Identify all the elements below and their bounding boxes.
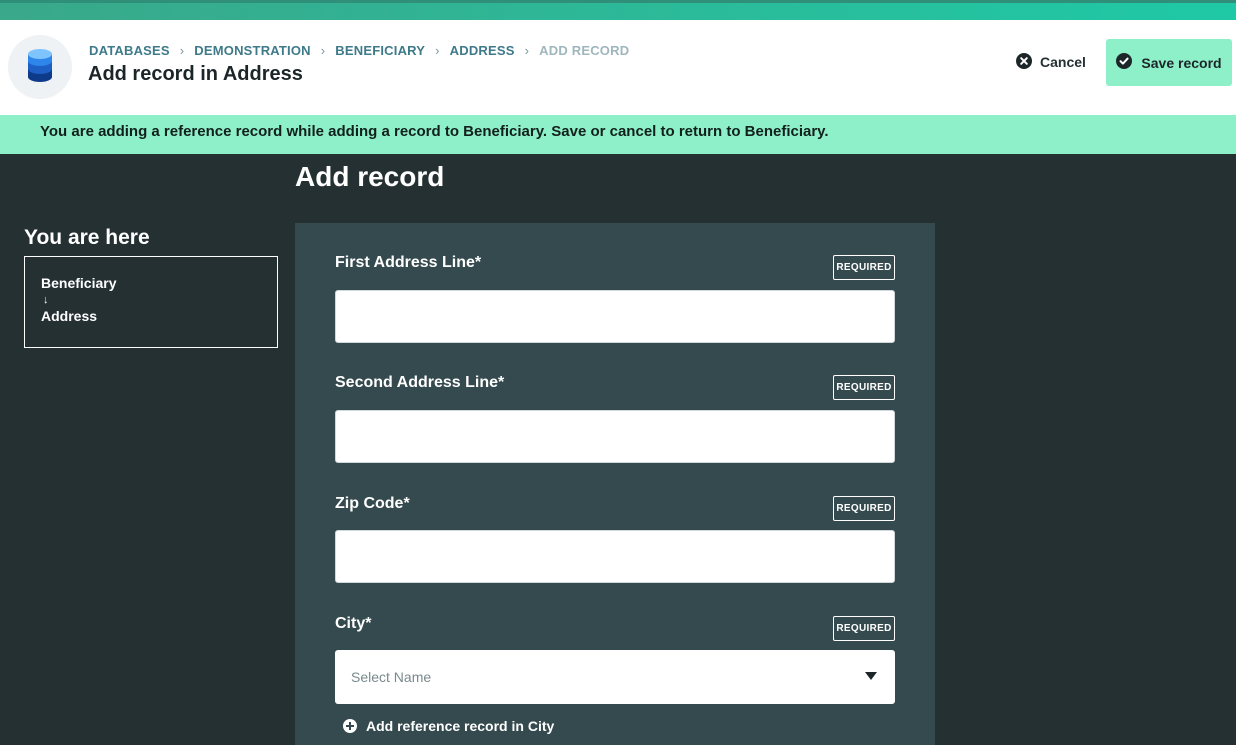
zip-code-input[interactable]	[335, 530, 895, 583]
required-badge: REQUIRED	[833, 375, 895, 400]
plus-circle-icon	[343, 719, 357, 733]
add-reference-city-button[interactable]: Add reference record in City	[343, 718, 554, 734]
breadcrumb: DATABASES › DEMONSTRATION › BENEFICIARY …	[89, 43, 629, 58]
add-reference-label: Add reference record in City	[366, 718, 555, 734]
caret-down-icon	[865, 672, 877, 680]
top-accent-bar	[0, 0, 1236, 20]
chevron-right-icon: ›	[179, 43, 185, 58]
chevron-right-icon: ›	[435, 43, 440, 58]
save-record-button[interactable]: Save record	[1106, 39, 1232, 86]
city-select-placeholder: Select Name	[351, 669, 432, 685]
you-are-here-path: Beneficiary ↓ Address	[24, 256, 278, 348]
zip-code-label: Zip Code*	[335, 495, 410, 512]
required-badge: REQUIRED	[833, 616, 895, 641]
form-title: Add record	[295, 161, 445, 192]
reference-notice-banner: You are adding a reference record while …	[0, 115, 1236, 154]
city-label: City*	[335, 615, 372, 632]
breadcrumb-add-record: ADD RECORD	[539, 43, 630, 58]
breadcrumb-address[interactable]: ADDRESS	[450, 43, 515, 58]
notice-text: You are adding a reference record while …	[40, 123, 829, 140]
first-address-line-input[interactable]	[335, 290, 895, 343]
first-address-line-label: First Address Line*	[335, 254, 482, 271]
required-badge: REQUIRED	[833, 496, 895, 521]
breadcrumb-demonstration[interactable]: DEMONSTRATION	[194, 43, 310, 58]
database-icon	[8, 35, 72, 99]
cancel-label: Cancel	[1040, 54, 1086, 70]
form-panel: First Address Line* REQUIRED Second Addr…	[295, 223, 935, 745]
page-title: Add record in Address	[88, 63, 303, 85]
path-item-beneficiary[interactable]: Beneficiary	[41, 274, 261, 292]
check-circle-icon	[1116, 53, 1133, 72]
page-header: DATABASES › DEMONSTRATION › BENEFICIARY …	[0, 20, 1236, 115]
required-badge: REQUIRED	[833, 255, 895, 280]
cancel-button[interactable]: Cancel	[1010, 40, 1092, 84]
close-circle-icon	[1016, 52, 1032, 72]
breadcrumb-databases[interactable]: DATABASES	[89, 43, 170, 58]
path-item-address: Address	[41, 308, 98, 324]
second-address-line-label: Second Address Line*	[335, 374, 505, 391]
chevron-right-icon: ›	[320, 43, 326, 58]
save-record-label: Save record	[1141, 54, 1222, 71]
you-are-here-title: You are here	[24, 226, 150, 249]
city-select[interactable]: Select Name	[335, 650, 895, 704]
second-address-line-input[interactable]	[335, 410, 895, 463]
arrow-down-icon: ↓	[43, 294, 49, 306]
chevron-right-icon: ›	[524, 43, 530, 58]
breadcrumb-beneficiary[interactable]: BENEFICIARY	[335, 43, 425, 58]
